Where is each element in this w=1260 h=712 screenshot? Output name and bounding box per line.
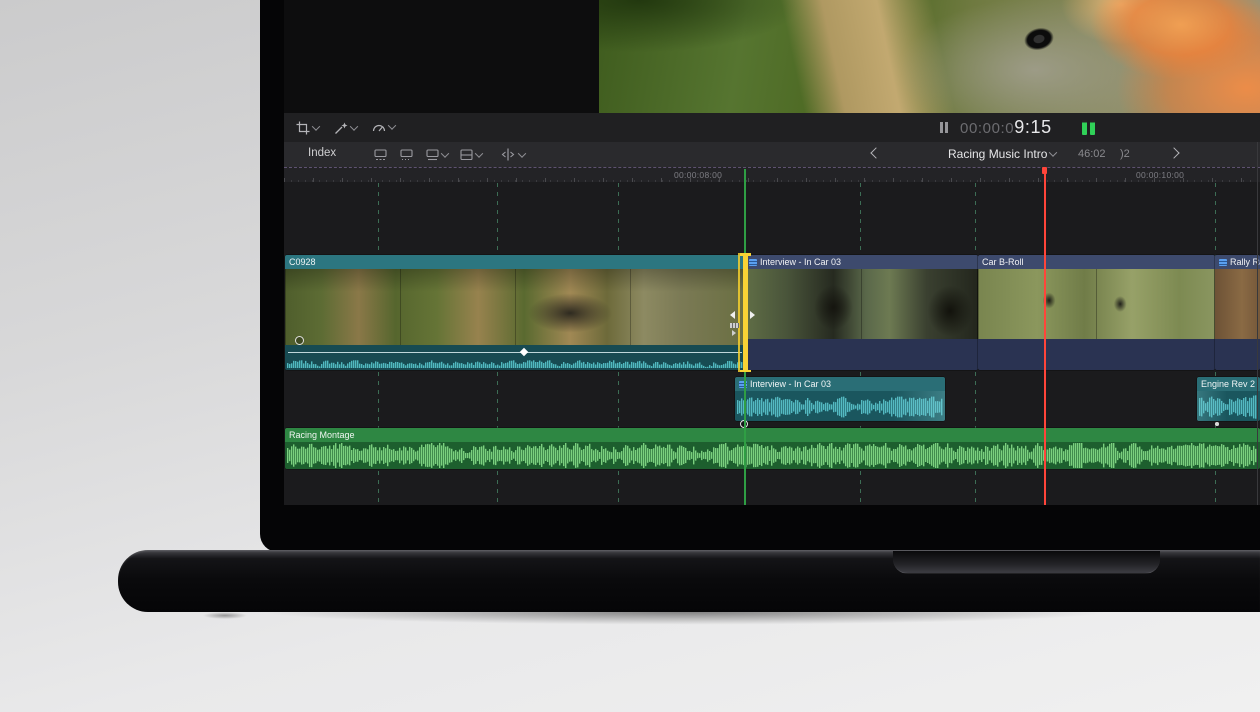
clip-appearance-button-3[interactable] bbox=[426, 149, 448, 161]
volume-line[interactable] bbox=[288, 352, 742, 353]
clip-title-bar: Car B-Roll bbox=[978, 255, 1215, 269]
clip-title: Car B-Roll bbox=[982, 257, 1024, 267]
clip-interview-video[interactable]: Interview - In Car 03 bbox=[745, 255, 978, 370]
clip-c0928[interactable]: C0928 bbox=[285, 255, 745, 370]
clip-filmstrip bbox=[978, 269, 1215, 339]
clip-appearance-icon bbox=[400, 149, 413, 161]
next-project-button[interactable] bbox=[1170, 149, 1178, 157]
clip-appearance-icon bbox=[426, 149, 439, 161]
clip-appearance-icon bbox=[374, 149, 387, 161]
fade-handle[interactable] bbox=[295, 336, 304, 345]
trim-selection-left-line bbox=[738, 253, 740, 372]
audio-meters[interactable] bbox=[1082, 120, 1095, 135]
tire-in-video bbox=[1022, 25, 1056, 54]
clip-audio-body bbox=[1197, 391, 1260, 421]
filmstrip-icon bbox=[739, 381, 747, 388]
ruler-label: 00:00:08:00 bbox=[674, 170, 722, 180]
clip-engine-rev[interactable]: Engine Rev 2 bbox=[1197, 377, 1260, 421]
clip-title-bar: C0928 bbox=[285, 255, 745, 269]
trim-arrow-right-icon bbox=[750, 311, 755, 319]
enhance-tool-button[interactable] bbox=[334, 121, 357, 135]
trim-selection-edge[interactable] bbox=[743, 253, 748, 372]
macbook-screen: 00:00:0 9:15 Index bbox=[260, 0, 1260, 552]
panel-divider bbox=[1257, 142, 1258, 505]
playhead[interactable] bbox=[1044, 167, 1046, 505]
chevron-down-icon bbox=[388, 121, 396, 129]
timeline-ruler[interactable]: 00:00:08:00 00:00:10:00 bbox=[284, 167, 1260, 183]
fade-out-shading bbox=[893, 391, 945, 421]
clip-title-bar: Racing Montage bbox=[285, 428, 1260, 442]
viewer-area bbox=[284, 0, 1260, 114]
project-duration: 46:02 bbox=[1078, 148, 1106, 160]
filmstrip-icon bbox=[1219, 259, 1227, 266]
trim-tool-button[interactable] bbox=[500, 148, 525, 161]
clip-title: Interview - In Car 03 bbox=[760, 257, 841, 267]
retime-gauge-icon bbox=[372, 121, 386, 133]
chevron-down-icon bbox=[475, 149, 483, 157]
timecode-dim: 00:00:0 bbox=[960, 120, 1014, 137]
previous-project-button[interactable] bbox=[872, 149, 880, 157]
trim-tool-icon bbox=[500, 148, 516, 161]
clip-audio-body bbox=[285, 442, 1260, 469]
final-cut-window: 00:00:0 9:15 Index bbox=[284, 0, 1260, 505]
chevron-down-icon bbox=[441, 149, 449, 157]
clip-appearance-button-1[interactable] bbox=[374, 149, 387, 161]
clip-filmstrip bbox=[1215, 269, 1260, 339]
chevron-down-icon bbox=[1049, 148, 1057, 156]
clip-title-bar: Rally Ra bbox=[1215, 255, 1260, 269]
chevron-down-icon bbox=[350, 122, 358, 130]
film-audio-badge-icon bbox=[730, 323, 739, 328]
toolbar-primary: 00:00:0 9:15 bbox=[284, 113, 1260, 143]
laptop-foot-shadow bbox=[203, 612, 247, 619]
ruler-label: 00:00:10:00 bbox=[1136, 170, 1184, 180]
chevron-down-icon bbox=[518, 149, 526, 157]
clip-title-bar: Engine Rev 2 bbox=[1197, 377, 1260, 391]
chevron-right-icon bbox=[1168, 147, 1179, 158]
clip-title-bar: Interview - In Car 03 bbox=[735, 377, 945, 391]
audio-waveform bbox=[287, 354, 743, 368]
clip-lower-band bbox=[978, 339, 1215, 370]
crop-icon bbox=[296, 121, 310, 135]
timecode-bright: 9:15 bbox=[1014, 117, 1051, 138]
clip-appearance-button-2[interactable] bbox=[400, 149, 413, 161]
clip-title: Interview - In Car 03 bbox=[750, 379, 831, 389]
clip-rally[interactable]: Rally Ra bbox=[1215, 255, 1260, 370]
clip-title: Racing Montage bbox=[289, 430, 355, 440]
clip-title: Rally Ra bbox=[1230, 257, 1260, 267]
project-title-menu[interactable]: Racing Music Intro bbox=[948, 147, 1056, 161]
clip-appearance-button-4[interactable] bbox=[460, 149, 482, 161]
project-duration-clipped: )2 bbox=[1120, 148, 1130, 160]
chevron-down-icon bbox=[312, 122, 320, 130]
clip-appearance-icon bbox=[460, 149, 473, 161]
clip-audio-body bbox=[735, 391, 945, 421]
magic-wand-icon bbox=[334, 121, 348, 135]
crop-tool-button[interactable] bbox=[296, 121, 319, 135]
fade-in-shading bbox=[1197, 391, 1227, 421]
clip-racing-montage[interactable]: Racing Montage bbox=[285, 428, 1260, 469]
clip-title: Engine Rev 2 bbox=[1201, 379, 1255, 389]
clip-interview-audio[interactable]: Interview - In Car 03 bbox=[735, 377, 945, 421]
clip-lower-band bbox=[745, 339, 978, 370]
clip-audio-section bbox=[285, 345, 745, 370]
clip-filmstrip bbox=[745, 269, 978, 339]
index-button[interactable]: Index bbox=[308, 147, 336, 159]
clip-filmstrip bbox=[285, 269, 745, 345]
clip-title-bar: Interview - In Car 03 bbox=[745, 255, 978, 269]
retime-tool-button[interactable] bbox=[372, 121, 395, 133]
viewer-video-frame bbox=[599, 0, 1260, 113]
trim-arrow-left-icon bbox=[730, 311, 735, 319]
clip-title: C0928 bbox=[289, 257, 316, 267]
toolbar-timeline: Index bbox=[284, 142, 1260, 167]
connection-handle[interactable] bbox=[1215, 422, 1219, 426]
filmstrip-icon bbox=[749, 259, 757, 266]
pause-icon bbox=[940, 122, 948, 133]
lid-opening-notch bbox=[893, 551, 1160, 574]
desk-background: 00:00:0 9:15 Index bbox=[0, 0, 1260, 712]
chevron-left-icon bbox=[870, 147, 881, 158]
clip-car-broll[interactable]: Car B-Roll bbox=[978, 255, 1215, 370]
timecode-display[interactable]: 00:00:0 9:15 bbox=[960, 117, 1052, 138]
project-title: Racing Music Intro bbox=[948, 147, 1047, 161]
clip-lower-band bbox=[1215, 339, 1260, 370]
audio-waveform bbox=[287, 443, 1258, 468]
